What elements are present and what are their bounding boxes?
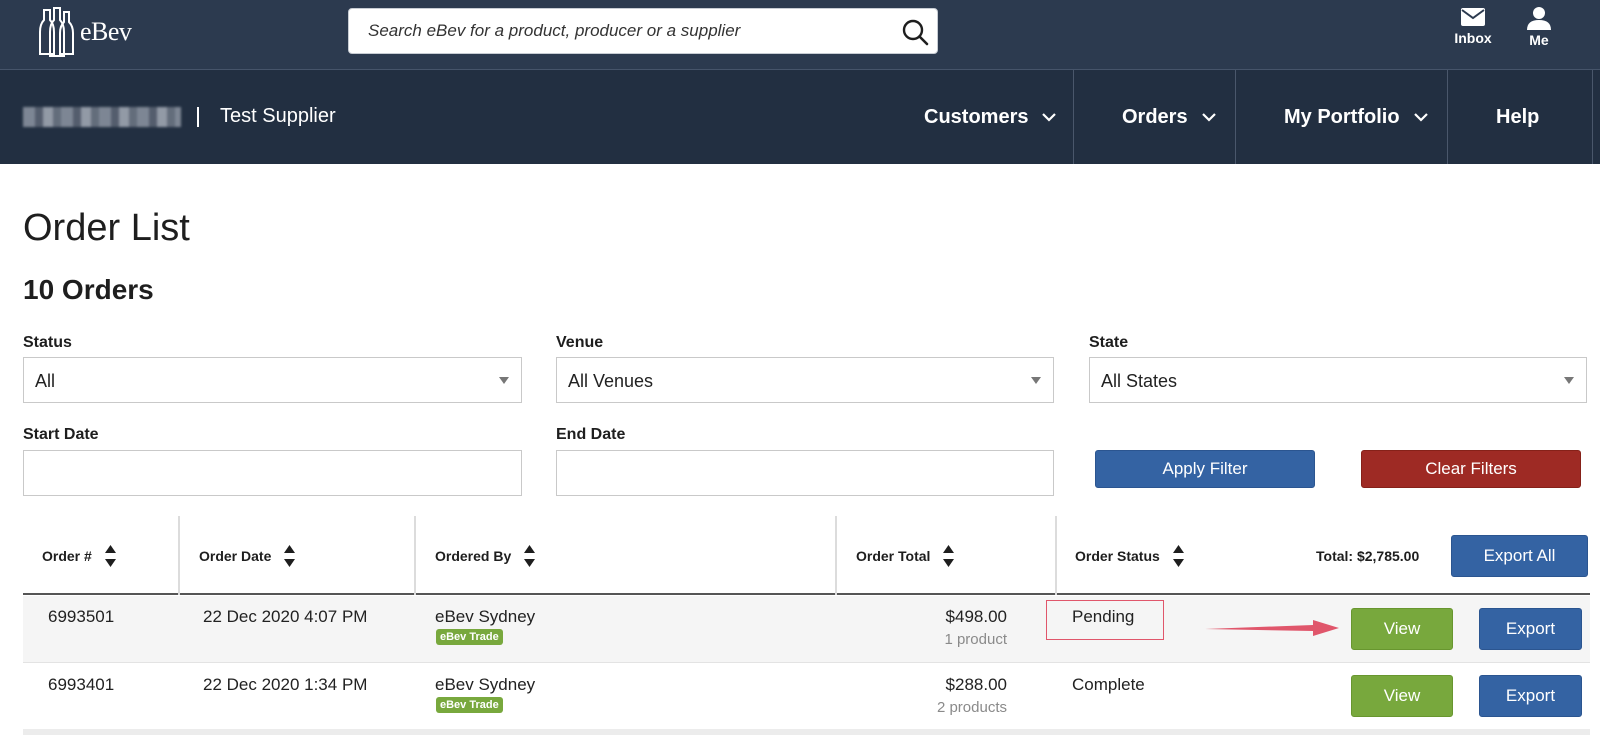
inbox-button[interactable]: Inbox bbox=[1443, 6, 1503, 62]
nav-my-portfolio-label: My Portfolio bbox=[1284, 105, 1400, 128]
inbox-label: Inbox bbox=[1454, 30, 1492, 46]
col-order-no-label: Order # bbox=[42, 547, 92, 564]
column-divider bbox=[414, 516, 416, 595]
col-ordered-by-label: Ordered By bbox=[435, 547, 512, 564]
page-title: Order List bbox=[23, 207, 190, 249]
order-total: $288.00 bbox=[945, 675, 1007, 694]
orders-total: Total: $2,785.00 bbox=[1316, 547, 1420, 564]
top-bar: eBev Inbox Me bbox=[0, 0, 1600, 70]
start-date-field bbox=[23, 450, 522, 496]
order-status: Pending bbox=[1072, 607, 1135, 626]
apply-filter-button[interactable]: Apply Filter bbox=[1095, 450, 1315, 488]
supplier-name: Test Supplier bbox=[220, 105, 336, 127]
order-number: 6993401 bbox=[48, 675, 115, 694]
order-status: Complete bbox=[1072, 675, 1145, 694]
column-divider bbox=[835, 516, 837, 595]
search-input[interactable] bbox=[349, 9, 937, 53]
ebev-logo[interactable]: eBev bbox=[38, 6, 148, 58]
order-date: 22 Dec 2020 1:34 PM bbox=[203, 675, 368, 694]
chevron-down-icon bbox=[1413, 112, 1428, 122]
view-order-button[interactable]: View bbox=[1351, 675, 1453, 717]
search-bar bbox=[348, 8, 938, 54]
sort-icon[interactable] bbox=[1172, 543, 1185, 569]
venue-select-value: All Venues bbox=[568, 371, 654, 391]
table-row: 6993401 22 Dec 2020 1:34 PM eBev Sydney … bbox=[23, 664, 1590, 731]
user-icon bbox=[1527, 7, 1551, 30]
export-all-button[interactable]: Export All bbox=[1451, 535, 1588, 577]
col-order-status-label: Order Status bbox=[1075, 547, 1160, 564]
nav-customers-label: Customers bbox=[924, 105, 1029, 128]
nav-help[interactable]: Help bbox=[1496, 70, 1539, 164]
col-order-status[interactable]: Order Status bbox=[1075, 516, 1185, 595]
venue-type-badge: eBev Trade bbox=[436, 697, 503, 713]
venue-type-badge: eBev Trade bbox=[436, 629, 503, 645]
start-date-label: Start Date bbox=[23, 426, 99, 443]
annotation-arrow-icon bbox=[1205, 620, 1339, 636]
next-row-edge bbox=[23, 729, 1590, 735]
nav-divider bbox=[1235, 70, 1236, 164]
start-date-input[interactable] bbox=[24, 451, 521, 495]
product-count: 2 products bbox=[936, 699, 1007, 716]
order-count: 10 Orders bbox=[23, 274, 154, 305]
venue-select[interactable]: All Venues bbox=[556, 357, 1054, 403]
account-divider bbox=[197, 107, 199, 127]
col-order-date[interactable]: Order Date bbox=[199, 516, 296, 595]
nav-orders-label: Orders bbox=[1122, 105, 1188, 128]
export-order-button[interactable]: Export bbox=[1479, 675, 1582, 717]
end-date-input[interactable] bbox=[557, 451, 1053, 495]
sort-icon[interactable] bbox=[523, 543, 536, 569]
nav-divider bbox=[1073, 70, 1074, 164]
account-name-redacted bbox=[23, 107, 181, 127]
sort-icon[interactable] bbox=[104, 543, 117, 569]
state-select-value: All States bbox=[1101, 371, 1178, 391]
end-date-label: End Date bbox=[556, 426, 626, 443]
col-ordered-by[interactable]: Ordered By bbox=[435, 516, 536, 595]
state-filter-label: State bbox=[1089, 334, 1129, 351]
dropdown-caret-icon bbox=[1564, 377, 1574, 384]
state-select[interactable]: All States bbox=[1089, 357, 1587, 403]
nav-help-label: Help bbox=[1496, 105, 1540, 128]
main-navigation: Test Supplier Customers Orders My Portfo… bbox=[0, 70, 1600, 164]
column-divider bbox=[178, 516, 180, 595]
search-icon[interactable] bbox=[901, 18, 929, 46]
chevron-down-icon bbox=[1042, 112, 1057, 122]
product-count: 1 product bbox=[944, 631, 1007, 648]
nav-my-portfolio[interactable]: My Portfolio bbox=[1284, 70, 1428, 164]
ordered-by: eBev Sydney bbox=[435, 675, 536, 694]
status-select[interactable]: All bbox=[23, 357, 522, 403]
dropdown-caret-icon bbox=[499, 377, 509, 384]
col-order-date-label: Order Date bbox=[199, 547, 272, 564]
view-order-button[interactable]: View bbox=[1351, 608, 1453, 650]
dropdown-caret-icon bbox=[1031, 377, 1041, 384]
me-button[interactable]: Me bbox=[1509, 6, 1569, 62]
export-order-button[interactable]: Export bbox=[1479, 608, 1582, 650]
col-order-total-label: Order Total bbox=[856, 547, 931, 564]
sort-icon[interactable] bbox=[283, 543, 296, 569]
nav-orders[interactable]: Orders bbox=[1122, 70, 1216, 164]
table-row: 6993501 22 Dec 2020 4:07 PM eBev Sydney … bbox=[23, 596, 1590, 663]
order-number: 6993501 bbox=[48, 607, 115, 626]
col-order-total[interactable]: Order Total bbox=[856, 516, 955, 595]
nav-customers[interactable]: Customers bbox=[924, 70, 1057, 164]
chevron-down-icon bbox=[1201, 112, 1216, 122]
end-date-field bbox=[556, 450, 1054, 496]
column-divider bbox=[1055, 516, 1057, 595]
nav-divider bbox=[1447, 70, 1448, 164]
nav-divider bbox=[1592, 70, 1593, 164]
brand-name: eBev bbox=[80, 17, 132, 46]
wine-bottles-icon bbox=[39, 7, 74, 57]
order-total: $498.00 bbox=[945, 607, 1007, 626]
ordered-by: eBev Sydney bbox=[435, 607, 536, 626]
venue-filter-label: Venue bbox=[556, 334, 604, 351]
order-date: 22 Dec 2020 4:07 PM bbox=[203, 607, 368, 626]
envelope-icon bbox=[1461, 8, 1485, 26]
sort-icon[interactable] bbox=[942, 543, 955, 569]
col-order-no[interactable]: Order # bbox=[42, 516, 117, 595]
status-filter-label: Status bbox=[23, 334, 72, 351]
me-label: Me bbox=[1529, 32, 1549, 48]
status-select-value: All bbox=[35, 371, 56, 391]
clear-filters-button[interactable]: Clear Filters bbox=[1361, 450, 1581, 488]
orders-table-header: Order # Order Date Ordered By Order Tota… bbox=[23, 516, 1590, 595]
